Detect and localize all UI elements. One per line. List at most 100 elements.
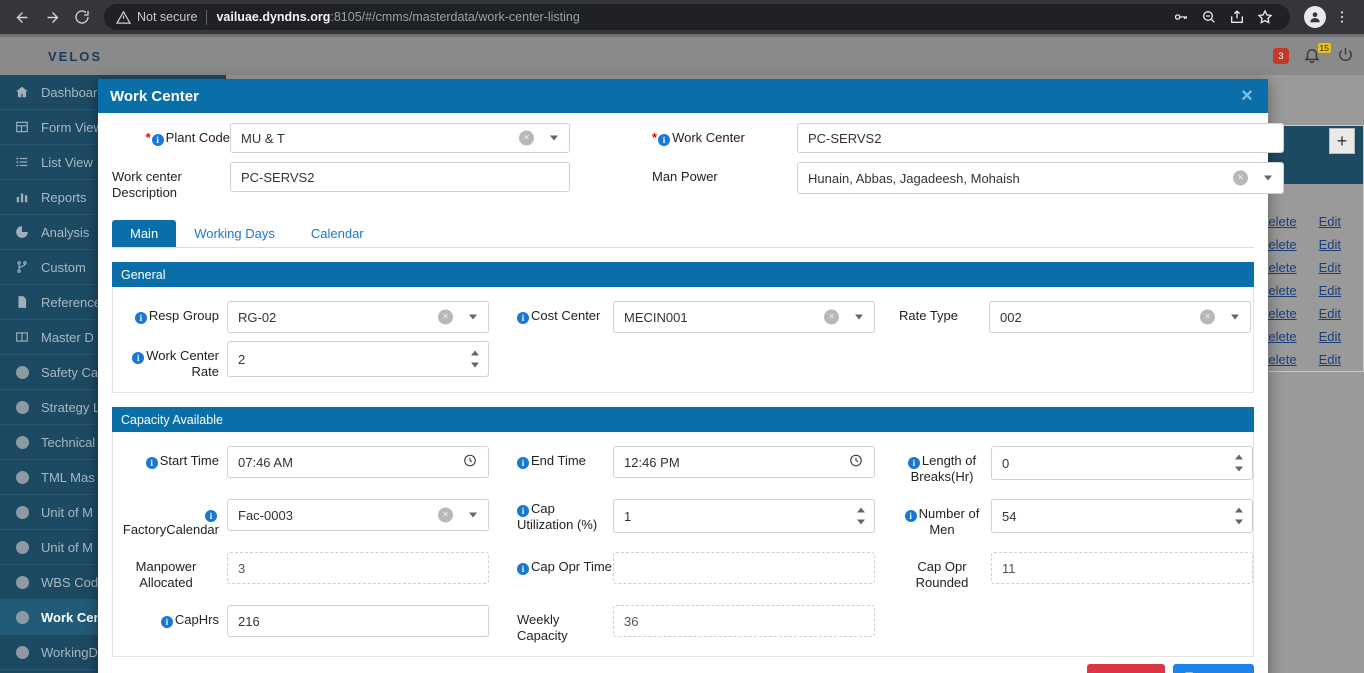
- tab-calendar[interactable]: Calendar: [293, 220, 382, 247]
- length-of-breaks-field[interactable]: 0: [991, 446, 1253, 480]
- reload-icon[interactable]: [68, 3, 96, 31]
- chevron-down-icon[interactable]: [469, 314, 477, 320]
- back-icon[interactable]: [8, 3, 36, 31]
- spinner-control[interactable]: [471, 350, 479, 368]
- work-center-input[interactable]: PC-SERVS2: [797, 123, 1284, 153]
- work-center-field[interactable]: PC-SERVS2: [797, 123, 1284, 153]
- share-icon[interactable]: [1224, 4, 1250, 30]
- cancel-button[interactable]: Cancel: [1086, 664, 1166, 673]
- info-icon[interactable]: i: [205, 510, 217, 522]
- cap-utilization-label: i Cap Utilization (%): [517, 499, 613, 533]
- edit-link[interactable]: Edit: [1319, 352, 1341, 367]
- app-logo: VELOS: [48, 49, 103, 64]
- edit-link[interactable]: Edit: [1319, 237, 1341, 252]
- info-icon[interactable]: i: [517, 457, 529, 469]
- edit-link[interactable]: Edit: [1319, 260, 1341, 275]
- warning-icon: [115, 10, 132, 25]
- end-time-input[interactable]: 12:46 PM: [613, 446, 875, 478]
- sidebar-item-label: Reference: [41, 294, 101, 310]
- cap-utilization-input[interactable]: 1: [613, 499, 875, 533]
- close-icon[interactable]: ×: [1234, 83, 1260, 109]
- caphrs-field[interactable]: 216: [227, 605, 489, 637]
- label-text: Work Center: [672, 130, 745, 145]
- plant-code-field[interactable]: MU & T ×: [230, 123, 570, 153]
- number-of-men-field[interactable]: 54: [991, 499, 1253, 533]
- number-of-men-input[interactable]: 54: [991, 499, 1253, 533]
- spinner-control[interactable]: [1235, 454, 1243, 472]
- address-bar[interactable]: Not secure vailuae.dyndns.org:8105/#/cmm…: [104, 4, 1290, 30]
- modal-tabs: Main Working Days Calendar: [112, 218, 1254, 248]
- chevron-down-icon[interactable]: [550, 135, 558, 141]
- spinner-control[interactable]: [857, 507, 865, 525]
- clear-icon[interactable]: ×: [438, 309, 453, 325]
- browser-menu-icon[interactable]: [1328, 3, 1356, 31]
- bullet-icon: [14, 505, 30, 519]
- chevron-down-icon[interactable]: [855, 314, 863, 320]
- cap-utilization-field[interactable]: 1: [613, 499, 875, 533]
- browser-toolbar: Not secure vailuae.dyndns.org:8105/#/cmm…: [0, 0, 1364, 34]
- sidebar-item-label: Custom: [41, 259, 86, 275]
- clock-icon[interactable]: [849, 454, 863, 471]
- bookmark-star-icon[interactable]: [1252, 4, 1278, 30]
- rate-type-field[interactable]: 002 ×: [989, 301, 1251, 333]
- edit-link[interactable]: Edit: [1319, 283, 1341, 298]
- info-icon[interactable]: i: [151, 134, 164, 146]
- top-left-column: * i Plant Code MU & T × Work center Descri…: [112, 123, 570, 210]
- password-key-icon[interactable]: [1168, 4, 1194, 30]
- man-power-input[interactable]: Hunain, Abbas, Jagadeesh, Mohaish: [797, 162, 1284, 194]
- length-of-breaks-input[interactable]: 0: [991, 446, 1253, 480]
- clear-icon[interactable]: ×: [519, 130, 534, 146]
- pie-chart-icon: [14, 225, 30, 239]
- tab-main[interactable]: Main: [112, 220, 177, 247]
- info-icon[interactable]: i: [160, 616, 173, 628]
- chevron-down-icon[interactable]: [1231, 314, 1239, 320]
- add-record-button[interactable]: +: [1329, 128, 1355, 154]
- update-button[interactable]: Update: [1173, 664, 1254, 673]
- info-icon[interactable]: i: [904, 510, 917, 522]
- zoom-out-icon[interactable]: [1196, 4, 1222, 30]
- end-time-label: i End Time: [517, 446, 613, 469]
- description-field[interactable]: PC-SERVS2: [230, 162, 570, 192]
- clock-icon[interactable]: [463, 454, 477, 471]
- edit-link[interactable]: Edit: [1319, 329, 1341, 344]
- info-icon[interactable]: i: [907, 457, 920, 469]
- clear-icon[interactable]: ×: [438, 507, 453, 523]
- label-text: Work Center Rate: [146, 348, 219, 379]
- description-input[interactable]: PC-SERVS2: [230, 162, 570, 192]
- work-center-rate-input[interactable]: 2: [227, 341, 489, 377]
- notification-bell-icon[interactable]: 15: [1303, 43, 1331, 66]
- clear-icon[interactable]: ×: [1200, 309, 1215, 325]
- start-time-field[interactable]: 07:46 AM: [227, 446, 489, 478]
- chevron-down-icon[interactable]: [1264, 175, 1272, 181]
- alert-badge: 3: [1273, 48, 1289, 64]
- info-icon[interactable]: i: [517, 563, 529, 575]
- end-time-field[interactable]: 12:46 PM: [613, 446, 875, 478]
- power-icon[interactable]: [1337, 46, 1354, 66]
- info-icon[interactable]: i: [145, 457, 158, 469]
- info-icon[interactable]: i: [132, 352, 145, 364]
- forward-icon[interactable]: [38, 3, 66, 31]
- edit-link[interactable]: Edit: [1319, 214, 1341, 229]
- info-icon[interactable]: i: [517, 312, 529, 324]
- tab-working-days[interactable]: Working Days: [176, 220, 293, 247]
- sidebar-item-label: Strategy L: [41, 399, 101, 415]
- list-icon: [14, 155, 30, 169]
- info-icon[interactable]: i: [658, 134, 671, 146]
- cost-center-field[interactable]: MECIN001 ×: [613, 301, 875, 333]
- factory-calendar-field[interactable]: Fac-0003 ×: [227, 499, 489, 531]
- grid-icon: [14, 120, 30, 134]
- profile-icon[interactable]: [1304, 6, 1326, 28]
- chevron-down-icon[interactable]: [469, 512, 477, 518]
- caphrs-input[interactable]: 216: [227, 605, 489, 637]
- clear-icon[interactable]: ×: [1233, 170, 1248, 186]
- clear-icon[interactable]: ×: [824, 309, 839, 325]
- info-icon[interactable]: i: [517, 505, 529, 517]
- edit-link[interactable]: Edit: [1319, 306, 1341, 321]
- work-center-rate-field[interactable]: 2: [227, 341, 489, 377]
- info-icon[interactable]: i: [134, 312, 147, 324]
- manpower-allocated-row: Manpower Allocated 3: [113, 552, 489, 591]
- resp-group-field[interactable]: RG-02 ×: [227, 301, 489, 333]
- start-time-input[interactable]: 07:46 AM: [227, 446, 489, 478]
- spinner-control[interactable]: [1235, 507, 1243, 525]
- man-power-field[interactable]: Hunain, Abbas, Jagadeesh, Mohaish ×: [797, 162, 1284, 194]
